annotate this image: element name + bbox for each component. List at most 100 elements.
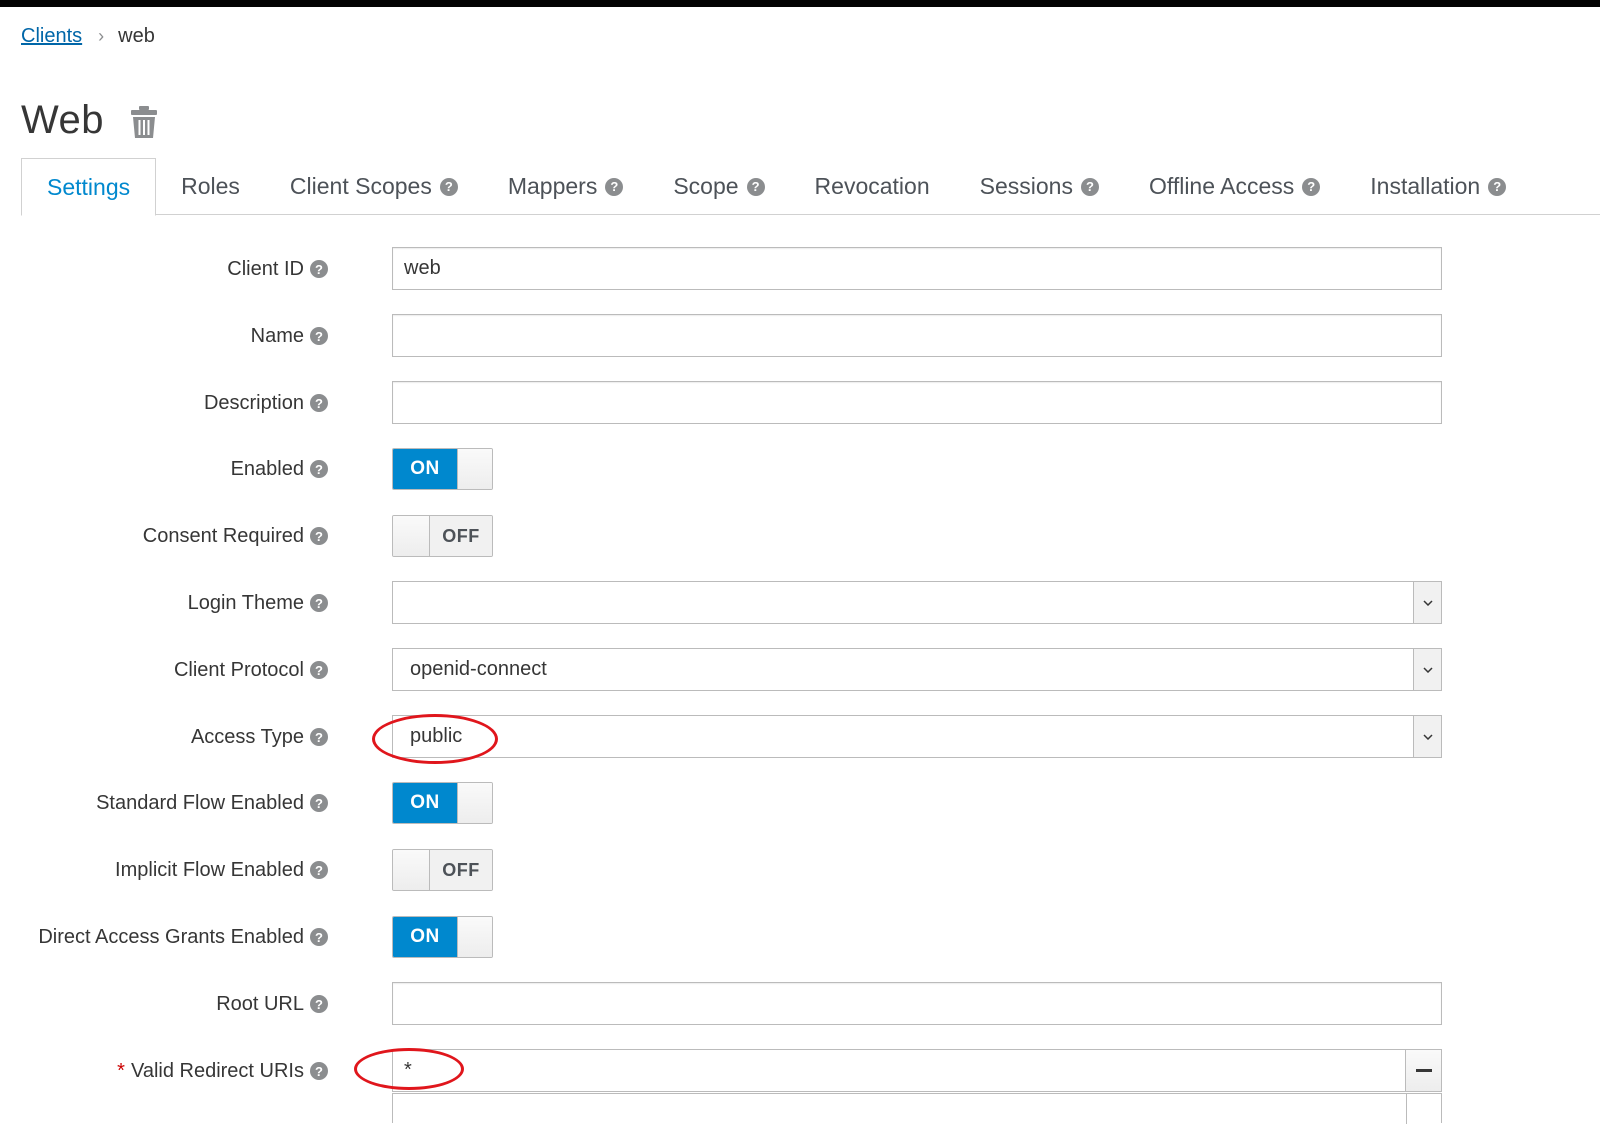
remove-uri-button[interactable]: [1405, 1049, 1442, 1092]
tab-label: Client Scopes: [289, 173, 432, 199]
tab-label: Settings: [47, 173, 131, 200]
input-divider: [1406, 1094, 1407, 1124]
help-icon[interactable]: ?: [310, 861, 328, 879]
consent-required-label: Consent Required: [142, 524, 304, 547]
help-icon: ?: [1488, 177, 1507, 196]
redirect-uri-input[interactable]: *: [392, 1049, 1406, 1092]
description-input[interactable]: [392, 381, 1442, 424]
toggle-handle: [457, 783, 492, 823]
new-redirect-uri-input[interactable]: [392, 1093, 1442, 1124]
tab-sessions[interactable]: Sessions?: [955, 158, 1124, 215]
help-icon[interactable]: ?: [310, 460, 328, 478]
help-icon[interactable]: ?: [310, 995, 328, 1013]
tab-label: Installation: [1370, 173, 1481, 199]
form-row-client-protocol: Client Protocol? openid-connect: [0, 648, 1600, 692]
standard-flow-label: Standard Flow Enabled: [96, 791, 304, 814]
toggle-on-label: ON: [393, 783, 457, 823]
toggle-handle: [457, 449, 492, 489]
tab-bar: Settings Roles Client Scopes? Mappers? S…: [21, 158, 1600, 216]
toggle-handle: [393, 850, 430, 890]
tab-roles[interactable]: Roles: [156, 158, 265, 215]
toggle-off-label: OFF: [430, 850, 492, 890]
tab-label: Offline Access: [1148, 173, 1295, 199]
form-row-root-url: Root URL?: [0, 982, 1600, 1026]
name-label: Name: [250, 324, 304, 347]
help-icon: ?: [746, 177, 765, 196]
implicit-flow-label: Implicit Flow Enabled: [115, 858, 304, 881]
help-icon[interactable]: ?: [310, 1062, 328, 1080]
client-protocol-select[interactable]: openid-connect: [392, 648, 1442, 691]
form-row-description: Description?: [0, 381, 1600, 425]
help-icon: ?: [1302, 177, 1321, 196]
help-icon[interactable]: ?: [310, 394, 328, 412]
tab-label: Revocation: [814, 173, 930, 199]
root-url-label: Root URL: [216, 992, 304, 1015]
access-type-select[interactable]: public: [392, 715, 1442, 758]
breadcrumb-current: web: [118, 25, 155, 47]
implicit-flow-toggle[interactable]: OFF: [392, 849, 493, 891]
help-icon[interactable]: ?: [310, 928, 328, 946]
window-top-border: [0, 0, 1600, 7]
help-icon[interactable]: ?: [310, 661, 328, 679]
form-row-client-id: Client ID? web: [0, 247, 1600, 291]
description-label: Description: [203, 391, 304, 414]
tab-label: Mappers: [507, 173, 598, 199]
login-theme-label: Login Theme: [187, 591, 304, 614]
breadcrumb-link-clients[interactable]: Clients: [21, 25, 82, 48]
tab-client-scopes[interactable]: Client Scopes?: [265, 158, 483, 215]
login-theme-select[interactable]: [392, 581, 1442, 624]
minus-icon: [1415, 1069, 1432, 1072]
client-protocol-label: Client Protocol: [173, 658, 304, 681]
form-row-enabled: Enabled? ON: [0, 447, 1600, 491]
direct-access-toggle[interactable]: ON: [392, 916, 493, 958]
tab-settings[interactable]: Settings: [21, 158, 157, 216]
tab-mappers[interactable]: Mappers?: [483, 158, 648, 215]
chevron-down-icon[interactable]: [1413, 649, 1441, 690]
client-id-input[interactable]: web: [392, 247, 1442, 290]
standard-flow-toggle[interactable]: ON: [392, 782, 493, 824]
chevron-down-icon[interactable]: [1413, 582, 1441, 623]
form-row-standard-flow: Standard Flow Enabled? ON: [0, 781, 1600, 825]
toggle-on-label: ON: [393, 917, 457, 957]
tab-label: Roles: [181, 173, 240, 199]
page-title: Web: [21, 98, 105, 142]
client-id-label: Client ID: [227, 257, 304, 280]
valid-redirect-uris-label: Valid Redirect URIs: [130, 1059, 304, 1082]
tab-installation[interactable]: Installation?: [1345, 158, 1531, 215]
tab-scope[interactable]: Scope?: [648, 158, 789, 215]
breadcrumb: Clients › web: [21, 25, 155, 48]
help-icon[interactable]: ?: [310, 327, 328, 345]
tab-label: Sessions: [979, 173, 1073, 199]
help-icon: ?: [439, 177, 458, 196]
help-icon: ?: [605, 177, 624, 196]
form-row-valid-redirect-uris: * Valid Redirect URIs ? *: [0, 1049, 1600, 1093]
help-icon: ?: [1080, 177, 1099, 196]
help-icon[interactable]: ?: [310, 728, 328, 746]
tab-label: Scope: [673, 173, 739, 199]
tab-revocation[interactable]: Revocation: [790, 158, 955, 215]
form-row-login-theme: Login Theme?: [0, 581, 1600, 625]
form-row-name: Name?: [0, 314, 1600, 358]
chevron-down-icon[interactable]: [1413, 716, 1441, 757]
select-value: openid-connect: [410, 658, 547, 680]
toggle-handle: [393, 516, 430, 556]
enabled-label: Enabled: [230, 457, 304, 480]
name-input[interactable]: [392, 314, 1442, 357]
trash-icon[interactable]: [130, 105, 158, 139]
page-header: Web: [21, 98, 158, 143]
help-icon[interactable]: ?: [310, 794, 328, 812]
toggle-handle: [457, 917, 492, 957]
help-icon[interactable]: ?: [310, 260, 328, 278]
form-row-direct-access: Direct Access Grants Enabled? ON: [0, 915, 1600, 959]
consent-required-toggle[interactable]: OFF: [392, 515, 493, 557]
toggle-off-label: OFF: [430, 516, 492, 556]
access-type-label: Access Type: [190, 725, 304, 748]
enabled-toggle[interactable]: ON: [392, 448, 493, 490]
tab-offline-access[interactable]: Offline Access?: [1124, 158, 1345, 215]
help-icon[interactable]: ?: [310, 594, 328, 612]
form-row-implicit-flow: Implicit Flow Enabled? OFF: [0, 848, 1600, 892]
form-row-access-type: Access Type? public: [0, 715, 1600, 759]
help-icon[interactable]: ?: [310, 527, 328, 545]
select-value: public: [410, 725, 463, 747]
root-url-input[interactable]: [392, 982, 1442, 1025]
